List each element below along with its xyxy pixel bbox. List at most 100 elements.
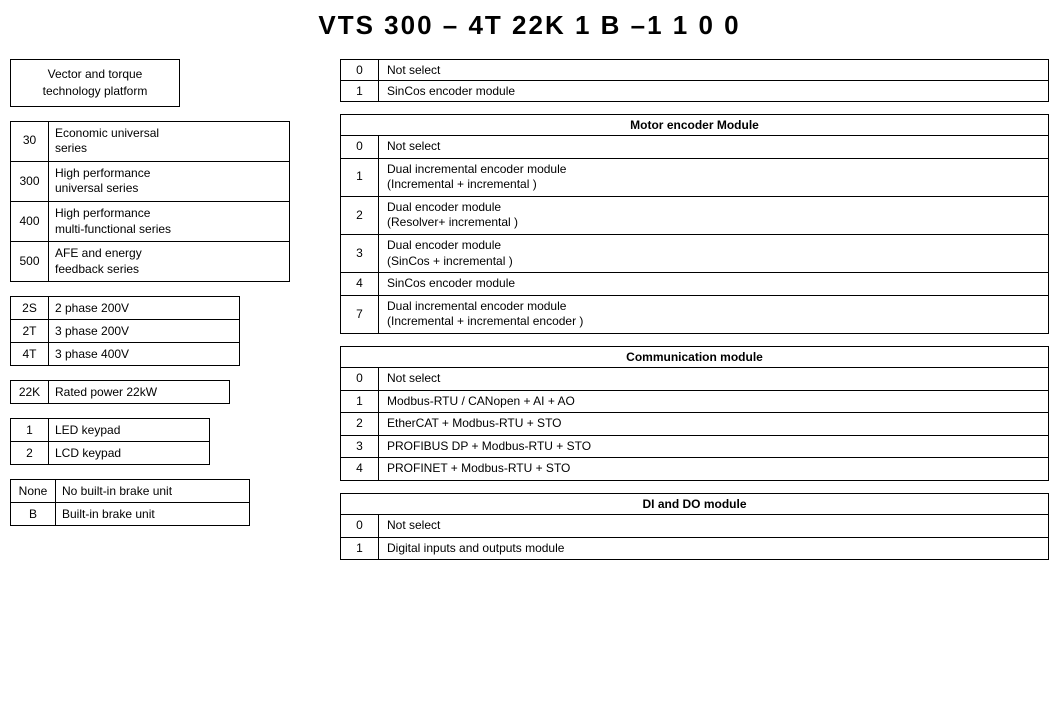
page-title: VTS 300 – 4T 22K 1 B –1 1 0 0 <box>10 10 1049 41</box>
table-row: 0Not select <box>341 514 1049 537</box>
desc-cell: EtherCAT + Modbus-RTU + STO <box>379 413 1049 436</box>
code-cell: 4 <box>341 458 379 481</box>
desc-cell: Built-in brake unit <box>56 503 250 526</box>
desc-cell: PROFIBUS DP + Modbus-RTU + STO <box>379 435 1049 458</box>
table-row: NoneNo built-in brake unit <box>11 480 250 503</box>
desc-cell: High performancemulti-functional series <box>49 201 290 241</box>
motor-encoder-table: Motor encoder Module 0Not select1Dual in… <box>340 114 1049 334</box>
code-cell: 0 <box>341 514 379 537</box>
code-cell: B <box>11 503 56 526</box>
desc-cell: Digital inputs and outputs module <box>379 537 1049 560</box>
table-row: 0Not select <box>341 136 1049 159</box>
table-row: 300High performanceuniversal series <box>11 161 290 201</box>
table-row: 3Dual encoder module(SinCos + incrementa… <box>341 234 1049 272</box>
keypad-table: 1LED keypad2LCD keypad <box>10 418 210 465</box>
table-row: 2EtherCAT + Modbus-RTU + STO <box>341 413 1049 436</box>
table-row: 2LCD keypad <box>11 442 210 465</box>
desc-cell: 2 phase 200V <box>49 297 240 320</box>
code-cell: 3 <box>341 435 379 458</box>
table-row: 0Not select <box>341 367 1049 390</box>
platform-text: Vector and torquetechnology platform <box>43 67 148 98</box>
desc-cell: Dual incremental encoder module(Incremen… <box>379 158 1049 196</box>
platform-box: Vector and torquetechnology platform <box>10 59 180 107</box>
code-cell: 0 <box>341 60 379 81</box>
code-cell: 4 <box>341 273 379 296</box>
desc-cell: 3 phase 400V <box>49 343 240 366</box>
code-cell: 500 <box>11 242 49 282</box>
code-cell: 30 <box>11 121 49 161</box>
platform-section: Vector and torquetechnology platform <box>10 59 330 107</box>
table-row: 4SinCos encoder module <box>341 273 1049 296</box>
code-cell: 0 <box>341 136 379 159</box>
table-row: 4PROFINET + Modbus-RTU + STO <box>341 458 1049 481</box>
left-panel: Vector and torquetechnology platform 30E… <box>10 59 330 572</box>
table-row: 3PROFIBUS DP + Modbus-RTU + STO <box>341 435 1049 458</box>
table-row: BBuilt-in brake unit <box>11 503 250 526</box>
di-do-table: DI and DO module 0Not select1Digital inp… <box>340 493 1049 560</box>
code-cell: 2 <box>11 442 49 465</box>
communication-section: Communication module 0Not select1Modbus-… <box>340 346 1049 481</box>
desc-cell: Not select <box>379 136 1049 159</box>
desc-cell: High performanceuniversal series <box>49 161 290 201</box>
code-cell: 1 <box>341 158 379 196</box>
table-row: 1Modbus-RTU / CANopen + AI + AO <box>341 390 1049 413</box>
power-table: 22KRated power 22kW <box>10 380 230 404</box>
table-row: 0Not select <box>341 60 1049 81</box>
power-section: 22KRated power 22kW <box>10 380 330 404</box>
table-row: 7Dual incremental encoder module(Increme… <box>341 295 1049 333</box>
table-row: 1SinCos encoder module <box>341 81 1049 102</box>
desc-cell: SinCos encoder module <box>379 81 1049 102</box>
di-do-header: DI and DO module <box>341 493 1049 514</box>
table-row: 1Dual incremental encoder module(Increme… <box>341 158 1049 196</box>
desc-cell: Not select <box>379 514 1049 537</box>
code-cell: 1 <box>341 81 379 102</box>
desc-cell: LED keypad <box>49 419 210 442</box>
code-cell: 300 <box>11 161 49 201</box>
communication-header: Communication module <box>341 346 1049 367</box>
table-row: 22KRated power 22kW <box>11 381 230 404</box>
code-cell: None <box>11 480 56 503</box>
table-row: 2Dual encoder module(Resolver+ increment… <box>341 196 1049 234</box>
table-row: 4T3 phase 400V <box>11 343 240 366</box>
code-cell: 1 <box>11 419 49 442</box>
desc-cell: No built-in brake unit <box>56 480 250 503</box>
table-row: 2S2 phase 200V <box>11 297 240 320</box>
desc-cell: Rated power 22kW <box>49 381 230 404</box>
code-cell: 1 <box>341 390 379 413</box>
series-table: 30Economic universalseries300High perfor… <box>10 121 290 283</box>
table-row: 1Digital inputs and outputs module <box>341 537 1049 560</box>
code-cell: 2S <box>11 297 49 320</box>
desc-cell: Dual encoder module(SinCos + incremental… <box>379 234 1049 272</box>
code-cell: 0 <box>341 367 379 390</box>
desc-cell: LCD keypad <box>49 442 210 465</box>
code-cell: 2T <box>11 320 49 343</box>
desc-cell: 3 phase 200V <box>49 320 240 343</box>
phase-section: 2S2 phase 200V2T3 phase 200V4T3 phase 40… <box>10 296 330 366</box>
phase-table: 2S2 phase 200V2T3 phase 200V4T3 phase 40… <box>10 296 240 366</box>
brake-table: NoneNo built-in brake unitBBuilt-in brak… <box>10 479 250 526</box>
desc-cell: Dual encoder module(Resolver+ incrementa… <box>379 196 1049 234</box>
brake-section: NoneNo built-in brake unitBBuilt-in brak… <box>10 479 330 526</box>
table-row: 500AFE and energyfeedback series <box>11 242 290 282</box>
code-cell: 4T <box>11 343 49 366</box>
code-cell: 7 <box>341 295 379 333</box>
code-cell: 2 <box>341 413 379 436</box>
series-section: 30Economic universalseries300High perfor… <box>10 121 330 283</box>
di-do-section: DI and DO module 0Not select1Digital inp… <box>340 493 1049 560</box>
table-row: 2T3 phase 200V <box>11 320 240 343</box>
code-cell: 400 <box>11 201 49 241</box>
desc-cell: PROFINET + Modbus-RTU + STO <box>379 458 1049 481</box>
desc-cell: AFE and energyfeedback series <box>49 242 290 282</box>
right-panel: 0Not select1SinCos encoder module Motor … <box>330 59 1049 572</box>
keypad-section: 1LED keypad2LCD keypad <box>10 418 330 465</box>
desc-cell: SinCos encoder module <box>379 273 1049 296</box>
code-cell: 3 <box>341 234 379 272</box>
code-cell: 2 <box>341 196 379 234</box>
communication-table: Communication module 0Not select1Modbus-… <box>340 346 1049 481</box>
motor-encoder-header: Motor encoder Module <box>341 115 1049 136</box>
desc-cell: Not select <box>379 60 1049 81</box>
desc-cell: Economic universalseries <box>49 121 290 161</box>
code-cell: 1 <box>341 537 379 560</box>
table-row: 1LED keypad <box>11 419 210 442</box>
desc-cell: Modbus-RTU / CANopen + AI + AO <box>379 390 1049 413</box>
